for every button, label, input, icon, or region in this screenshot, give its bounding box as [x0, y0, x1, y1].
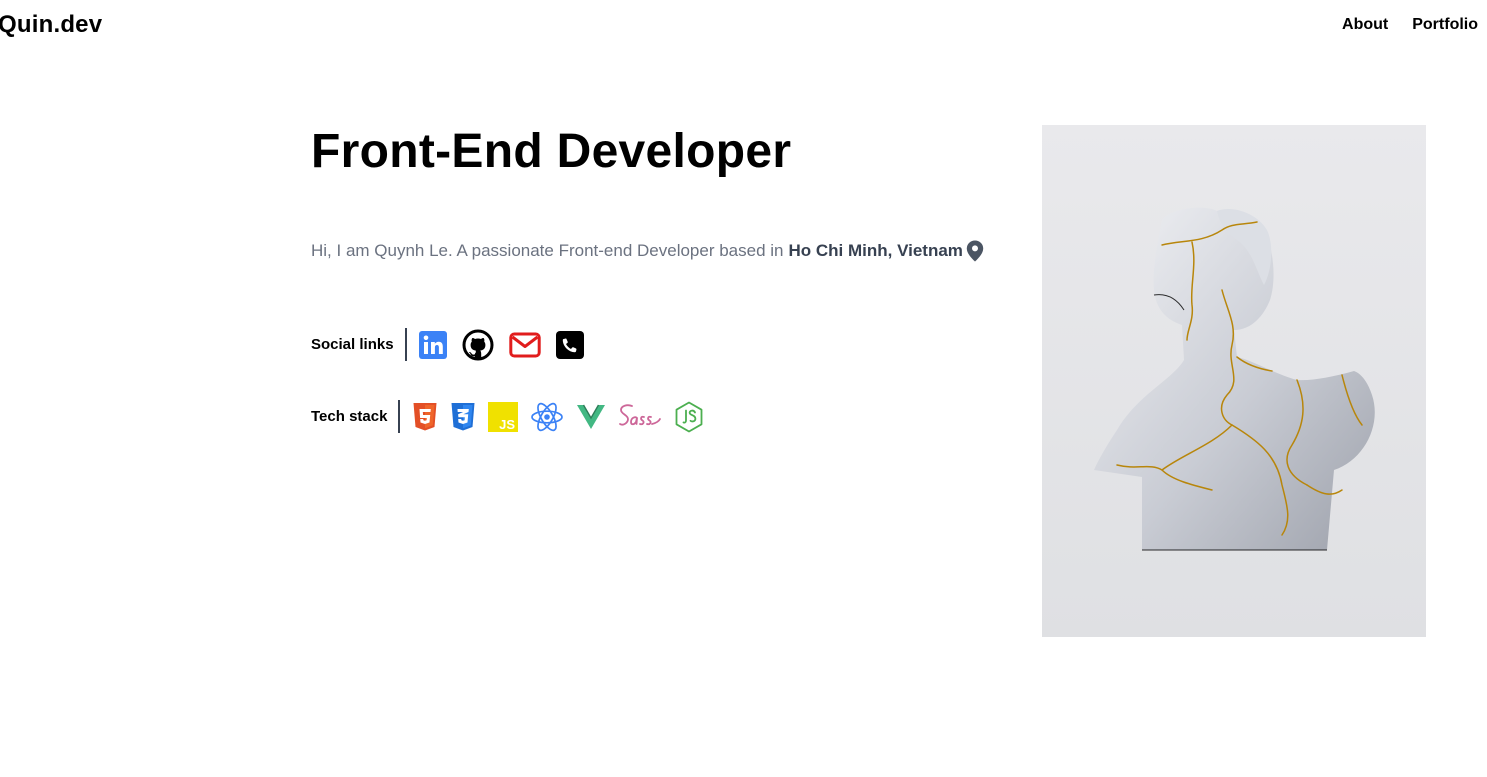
- github-icon[interactable]: [462, 329, 494, 361]
- social-links-label: Social links: [311, 336, 394, 353]
- nav-about[interactable]: About: [1342, 16, 1388, 34]
- intro-text: Hi, I am Quynh Le. A passionate Front-en…: [311, 241, 784, 260]
- vue-icon: [576, 404, 606, 430]
- tech-icons: JS: [412, 401, 704, 433]
- email-icon[interactable]: [508, 332, 541, 358]
- top-nav: About Portfolio: [1342, 16, 1478, 34]
- intro-paragraph: Hi, I am Quynh Le. A passionate Front-en…: [311, 240, 984, 262]
- divider: [398, 400, 401, 433]
- tech-stack-label: Tech stack: [311, 408, 388, 425]
- phone-icon[interactable]: [555, 330, 584, 359]
- map-pin-icon: [966, 240, 984, 262]
- nodejs-icon: [674, 401, 704, 433]
- tech-stack-row: Tech stack JS: [311, 400, 704, 433]
- react-icon: [530, 401, 564, 433]
- social-links-row: Social links: [311, 328, 584, 361]
- bust-sculpture: [1093, 207, 1375, 551]
- sass-icon: [618, 401, 662, 433]
- divider: [404, 328, 407, 361]
- hero-image: [1042, 125, 1426, 637]
- social-icons: [418, 329, 584, 361]
- nav-portfolio[interactable]: Portfolio: [1412, 16, 1478, 34]
- linkedin-icon[interactable]: [418, 330, 447, 359]
- javascript-badge-text: JS: [500, 417, 516, 432]
- html5-icon: [412, 402, 438, 432]
- css3-icon: [450, 402, 476, 432]
- page-title: Front-End Developer: [311, 125, 792, 178]
- javascript-icon: JS: [488, 401, 519, 432]
- location-text: Ho Chi Minh, Vietnam: [788, 241, 963, 260]
- site-logo[interactable]: Quin.dev: [0, 11, 102, 39]
